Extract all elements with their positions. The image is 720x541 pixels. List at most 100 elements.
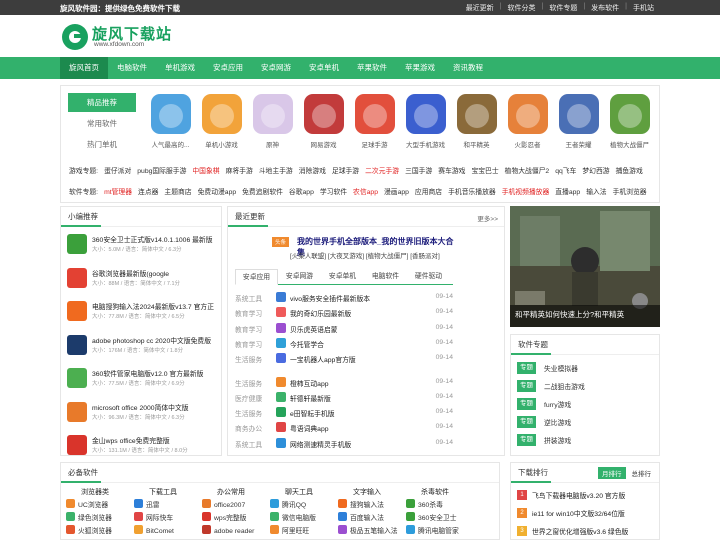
nav-item-3[interactable]: 安卓应用 [204,57,252,79]
topic-link[interactable]: 学习软件 [320,186,347,196]
topic-link[interactable]: 斗地主手游 [259,165,293,175]
app-tile[interactable]: 原神 [247,94,298,149]
topic-link[interactable]: 连点器 [138,186,158,196]
special-topic-item[interactable]: 专题 拼装游戏 [517,433,657,447]
topic-link[interactable]: pubg国际服手游 [137,165,186,175]
must-item[interactable]: 火狐浏览器 [61,525,129,538]
topic-link[interactable]: 直播app [555,186,580,196]
special-topic-item[interactable]: 专题 二战狙击游戏 [517,379,657,393]
latest-row[interactable]: 商务办公 粤语词典app 09-14 [235,421,453,436]
rank-item[interactable]: 2 ie11 for win10中文版32/64位版 [517,505,657,523]
recommend-item[interactable]: 电脑搜狗输入法2024最新版v13.7 官方正 大小：77.8M / 语言：简体中… [67,298,217,331]
must-item[interactable]: 360安全卫士 [401,512,469,525]
topic-link[interactable]: 捕鱼游戏 [616,165,643,175]
must-item[interactable]: 腾讯电脑管家 [401,525,469,538]
topic-link[interactable]: 免费动漫app [198,186,237,196]
topic-link[interactable]: 蛋仔派对 [104,165,131,175]
topic-link[interactable]: 谷歌app [289,186,314,196]
topic-link[interactable]: 宝宝巴士 [471,165,498,175]
nav-item-4[interactable]: 安卓网游 [252,57,300,79]
must-item[interactable]: 搜狗输入法 [333,499,401,512]
must-item[interactable]: 阿里旺旺 [265,525,333,538]
must-item[interactable]: UC浏览器 [61,499,129,512]
category-tab-0[interactable]: 精品推荐 [68,93,136,112]
must-item[interactable]: office2007 [197,499,265,512]
topic-link[interactable]: qq飞车 [555,165,576,175]
topic-link[interactable]: 输入法 [586,186,606,196]
latest-row[interactable]: 教育学习 今托管学合 09-14 [235,337,453,352]
topic-link[interactable]: 免费追剧软件 [242,186,283,196]
nav-item-1[interactable]: 电脑软件 [108,57,156,79]
topic-link[interactable]: 手机音乐播放器 [448,186,496,196]
topic-link[interactable]: mt管理器 [104,186,132,196]
topic-link[interactable]: 手机浏览器 [613,186,647,196]
app-tile[interactable]: 网易游戏 [298,94,349,149]
nav-item-8[interactable]: 资讯教程 [444,57,492,79]
special-topic-item[interactable]: 专题 失业模拟器 [517,361,657,375]
app-tile[interactable]: 火影忍者 [502,94,553,149]
app-tile[interactable]: 植物大战僵尸 [604,94,655,149]
app-tile[interactable]: 人气最高的... [145,94,196,149]
topic-link[interactable]: 消除游戏 [299,165,326,175]
latest-row[interactable]: 生活服务 橙柿互动app 09-14 [235,376,453,391]
headline-links[interactable]: [火柴人联盟] [大夜叉游戏] [植物大战僵尸] [香肠派对] [290,250,440,260]
top-link-publish[interactable]: 发布软件 [591,3,619,13]
latest-tab-2[interactable]: 安卓单机 [321,269,364,284]
latest-row[interactable]: 教育学习 贝乐虎英语启蒙 09-14 [235,322,453,337]
topic-link[interactable]: 主题商店 [164,186,191,196]
recommend-item[interactable]: 360软件管家电脑版v12.0 官方最新版 大小：77.5M / 语言：简体中文 … [67,365,217,398]
recommend-item[interactable]: microsoft office 2000简体中文版 大小：96.3M / 语言：… [67,399,217,432]
must-item[interactable]: BitComet [129,525,197,538]
latest-row[interactable]: 生活服务 e田智耘手机版 09-14 [235,406,453,421]
app-tile[interactable]: 足球手游 [349,94,400,149]
must-item[interactable]: adobe reader [197,525,265,538]
recommend-item[interactable]: adobe photoshop cc 2020中文版免费版 大小：176M / 语… [67,332,217,365]
must-item[interactable]: 绿色浏览器 [61,512,129,525]
topic-link[interactable]: 二次元手游 [365,165,399,175]
app-tile[interactable]: 和平精英 [451,94,502,149]
latest-row[interactable]: 医疗健康 轩德轩最新版 09-14 [235,391,453,406]
recommend-item[interactable]: 金山wps office免费完整版 大小：131.1M / 语言：简体中文 / 8… [67,432,217,465]
nav-item-2[interactable]: 单机游戏 [156,57,204,79]
category-tab-1[interactable]: 常用软件 [68,114,136,133]
recommend-item[interactable]: 谷歌浏览器最新版(google 大小：88M / 语言：简体中文 / 7.1分 [67,265,217,298]
latest-row[interactable]: 生活服务 一宝机器人app官方版 09-14 [235,352,453,367]
topic-link[interactable]: 应用商店 [415,186,442,196]
topic-link[interactable]: 手机视频播放器 [502,186,550,196]
topic-link[interactable]: 梦幻西游 [582,165,609,175]
topic-link[interactable]: 农信app [353,186,378,196]
rank-tab-month[interactable]: 月排行 [598,467,626,479]
nav-item-5[interactable]: 安卓单机 [300,57,348,79]
app-tile[interactable]: 单机小游戏 [196,94,247,149]
top-link-latest[interactable]: 最近更新 [466,3,494,13]
topic-link[interactable]: 三国手游 [405,165,432,175]
topic-link[interactable]: 中国象棋 [192,165,219,175]
latest-tab-4[interactable]: 硬件驱动 [407,269,450,284]
must-item[interactable]: 百度输入法 [333,512,401,525]
latest-row[interactable]: 系统工具 vivo服务安全插件最新版本 09-14 [235,291,453,306]
nav-item-0[interactable]: 旋风首页 [60,57,108,79]
app-tile[interactable]: 大型手机游戏 [400,94,451,149]
app-tile[interactable]: 王者荣耀 [553,94,604,149]
topic-link[interactable]: 植物大战僵尸2 [505,165,550,175]
nav-item-7[interactable]: 苹果游戏 [396,57,444,79]
must-item[interactable]: wps完整版 [197,512,265,525]
recommend-item[interactable]: 360安全卫士正式版v14.0.1.1006 最新版 大小：5.0M / 语言：简… [67,231,217,264]
latest-tab-3[interactable]: 电脑软件 [364,269,407,284]
latest-tab-1[interactable]: 安卓网游 [278,269,321,284]
top-link-topics[interactable]: 软件专题 [549,3,577,13]
rank-item[interactable]: 1 飞鸟下载器电脑版v3.20 官方版 [517,487,657,505]
latest-row[interactable]: 系统工具 网络测速精灵手机版 09-14 [235,437,453,452]
latest-more-link[interactable]: 更多>> [477,213,498,223]
rank-tab-total[interactable]: 总排行 [628,467,656,479]
site-logo[interactable]: 旋风下载站 www.xfdown.com [62,22,192,52]
topic-link[interactable]: 漫画app [384,186,409,196]
topic-link[interactable]: 赛车游戏 [438,165,465,175]
topic-link[interactable]: 麻将手游 [226,165,253,175]
must-item[interactable]: 微信电脑版 [265,512,333,525]
top-link-mobile[interactable]: 手机站 [633,3,654,13]
top-link-category[interactable]: 软件分类 [508,3,536,13]
must-item[interactable]: 腾讯QQ [265,499,333,512]
rank-item[interactable]: 3 世界之窗优化增强版v3.6 绿色版 [517,523,657,541]
must-item[interactable]: 极品五笔输入法 [333,525,401,538]
